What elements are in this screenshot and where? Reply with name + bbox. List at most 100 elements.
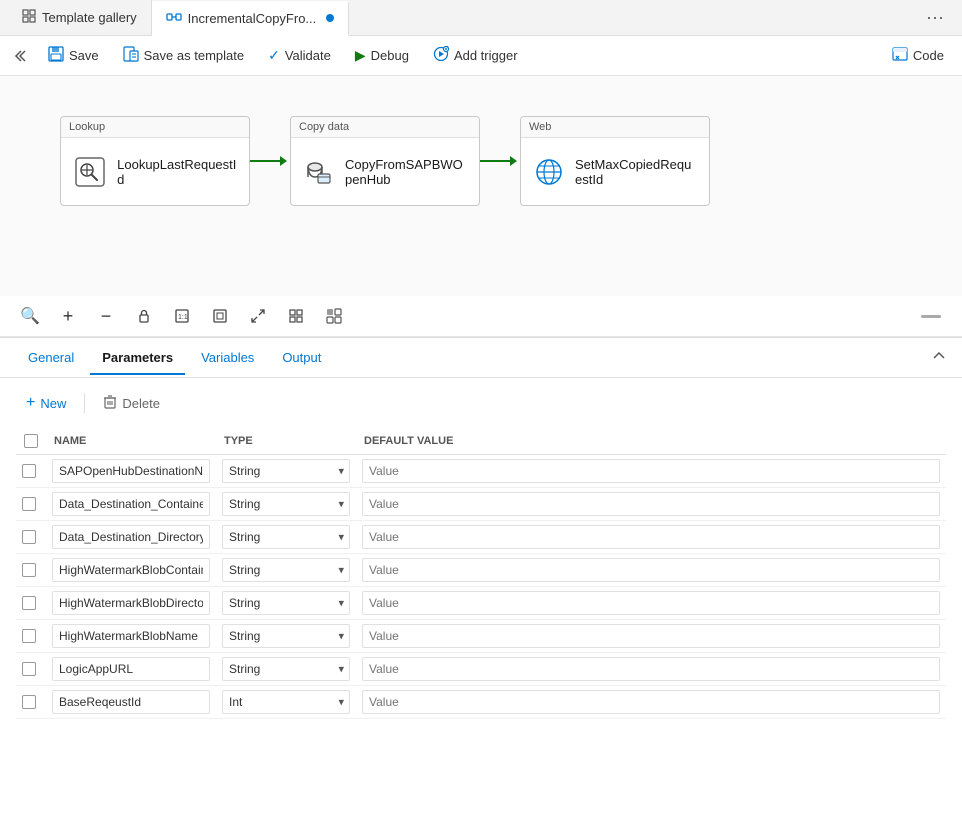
param-name-input-6[interactable] (52, 657, 210, 681)
new-icon: + (26, 394, 35, 412)
tab-template-gallery[interactable]: Template gallery (8, 0, 152, 35)
param-value-input-4[interactable] (362, 591, 940, 615)
save-as-template-button[interactable]: Save as template (113, 42, 254, 69)
params-table-head: NAME TYPE DEFAULT VALUE (16, 428, 946, 455)
params-table-header-row: NAME TYPE DEFAULT VALUE (16, 428, 946, 455)
new-label: New (40, 396, 66, 411)
param-type-select-2[interactable]: StringIntBoolArrayObjectFloatSecureStrin… (222, 525, 350, 549)
param-value-input-5[interactable] (362, 624, 940, 648)
validate-button[interactable]: ✓ Validate (258, 43, 341, 68)
param-type-select-5[interactable]: StringIntBoolArrayObjectFloatSecureStrin… (222, 624, 350, 648)
row-checkbox-2[interactable] (22, 530, 36, 544)
svg-text:1:1: 1:1 (178, 314, 188, 321)
param-value-input-3[interactable] (362, 558, 940, 582)
tab-incremental-copy[interactable]: IncrementalCopyFro... (152, 1, 350, 36)
tab-variables[interactable]: Variables (189, 342, 266, 375)
debug-button[interactable]: ▶ Debug (345, 43, 419, 68)
delete-icon (103, 395, 117, 412)
param-value-input-2[interactable] (362, 525, 940, 549)
table-row: StringIntBoolArrayObjectFloatSecureStrin… (16, 488, 946, 521)
bottom-panel-tabs: General Parameters Variables Output (0, 338, 962, 378)
lookup-node[interactable]: Lookup LookupLastRequestId (60, 116, 250, 206)
action-divider (84, 393, 85, 413)
collapse-panel-button[interactable] (8, 45, 30, 67)
save-template-icon (123, 46, 139, 65)
copy-data-node-body: CopyFromSAPBWOpenHub (291, 138, 479, 205)
param-name-input-5[interactable] (52, 624, 210, 648)
lookup-node-icon (73, 154, 107, 190)
lookup-node-body: LookupLastRequestId (61, 138, 249, 205)
param-name-input-0[interactable] (52, 459, 210, 483)
tab-pipeline-icon (166, 10, 182, 27)
param-type-select-0[interactable]: StringIntBoolArrayObjectFloatSecureStrin… (222, 459, 350, 483)
header-type: TYPE (216, 428, 356, 455)
row-checkbox-0[interactable] (22, 464, 36, 478)
copy-data-node[interactable]: Copy data CopyFromSAPBWOpenHub (290, 116, 480, 206)
search-tool[interactable]: 🔍 (16, 302, 44, 330)
table-row: StringIntBoolArrayObjectFloatSecureStrin… (16, 620, 946, 653)
web-node-body: SetMaxCopiedRequestId (521, 138, 709, 205)
param-value-input-7[interactable] (362, 690, 940, 714)
param-type-select-6[interactable]: StringIntBoolArrayObjectFloatSecureStrin… (222, 657, 350, 681)
debug-label: Debug (371, 48, 409, 63)
delete-param-button[interactable]: Delete (93, 391, 170, 416)
arrange-tool[interactable] (320, 302, 348, 330)
row-checkbox-4[interactable] (22, 596, 36, 610)
fit100-tool[interactable]: 1:1 (168, 302, 196, 330)
drag-handle (916, 315, 946, 318)
add-trigger-button[interactable]: Add trigger (423, 42, 528, 69)
param-name-input-7[interactable] (52, 690, 210, 714)
params-actions: + New Delete (16, 390, 946, 416)
arrow-head-2 (510, 156, 517, 166)
tab-more-button[interactable]: ··· (916, 7, 954, 28)
copy-data-node-header: Copy data (291, 117, 479, 138)
arrow-1 (250, 156, 290, 166)
tab-output[interactable]: Output (270, 342, 333, 375)
table-row: StringIntBoolArrayObjectFloatSecureStrin… (16, 587, 946, 620)
header-name: NAME (46, 428, 216, 455)
params-table-body: StringIntBoolArrayObjectFloatSecureStrin… (16, 455, 946, 719)
select-all-checkbox[interactable] (24, 434, 38, 448)
save-label: Save (69, 48, 99, 63)
row-checkbox-6[interactable] (22, 662, 36, 676)
row-checkbox-7[interactable] (22, 695, 36, 709)
subtract-tool[interactable]: − (92, 302, 120, 330)
header-checkbox-cell (16, 428, 46, 455)
param-type-select-4[interactable]: StringIntBoolArrayObjectFloatSecureStrin… (222, 591, 350, 615)
tab-parameters[interactable]: Parameters (90, 342, 185, 375)
collapse-bottom-panel-button[interactable] (932, 349, 946, 366)
fit-page-tool[interactable] (206, 302, 234, 330)
new-param-button[interactable]: + New (16, 390, 76, 416)
tab-incremental-label: IncrementalCopyFro... (188, 11, 317, 26)
tab-bar: Template gallery IncrementalCopyFro... ·… (0, 0, 962, 36)
row-checkbox-3[interactable] (22, 563, 36, 577)
code-label: Code (913, 48, 944, 63)
header-default-value: DEFAULT VALUE (356, 428, 946, 455)
param-value-input-6[interactable] (362, 657, 940, 681)
arrow-2 (480, 156, 520, 166)
tab-general[interactable]: General (16, 342, 86, 375)
add-tool[interactable]: + (54, 302, 82, 330)
save-button[interactable]: Save (38, 42, 109, 69)
lookup-node-label: LookupLastRequestId (117, 157, 237, 187)
param-name-input-2[interactable] (52, 525, 210, 549)
param-name-input-4[interactable] (52, 591, 210, 615)
row-checkbox-1[interactable] (22, 497, 36, 511)
lock-tool[interactable] (130, 302, 158, 330)
param-name-input-1[interactable] (52, 492, 210, 516)
param-name-input-3[interactable] (52, 558, 210, 582)
table-row: StringIntBoolArrayObjectFloatSecureStrin… (16, 521, 946, 554)
debug-icon: ▶ (355, 47, 366, 64)
web-node-icon (533, 154, 565, 190)
table-row: StringIntBoolArrayObjectFloatSecureStrin… (16, 455, 946, 488)
param-value-input-1[interactable] (362, 492, 940, 516)
param-value-input-0[interactable] (362, 459, 940, 483)
row-checkbox-5[interactable] (22, 629, 36, 643)
param-type-select-3[interactable]: StringIntBoolArrayObjectFloatSecureStrin… (222, 558, 350, 582)
grid-tool[interactable] (282, 302, 310, 330)
param-type-select-1[interactable]: StringIntBoolArrayObjectFloatSecureStrin… (222, 492, 350, 516)
code-button[interactable]: Code (882, 42, 954, 69)
web-node[interactable]: Web SetMaxCopiedRequestId (520, 116, 710, 206)
param-type-select-7[interactable]: StringIntBoolArrayObjectFloatSecureStrin… (222, 690, 350, 714)
expand-tool[interactable] (244, 302, 272, 330)
